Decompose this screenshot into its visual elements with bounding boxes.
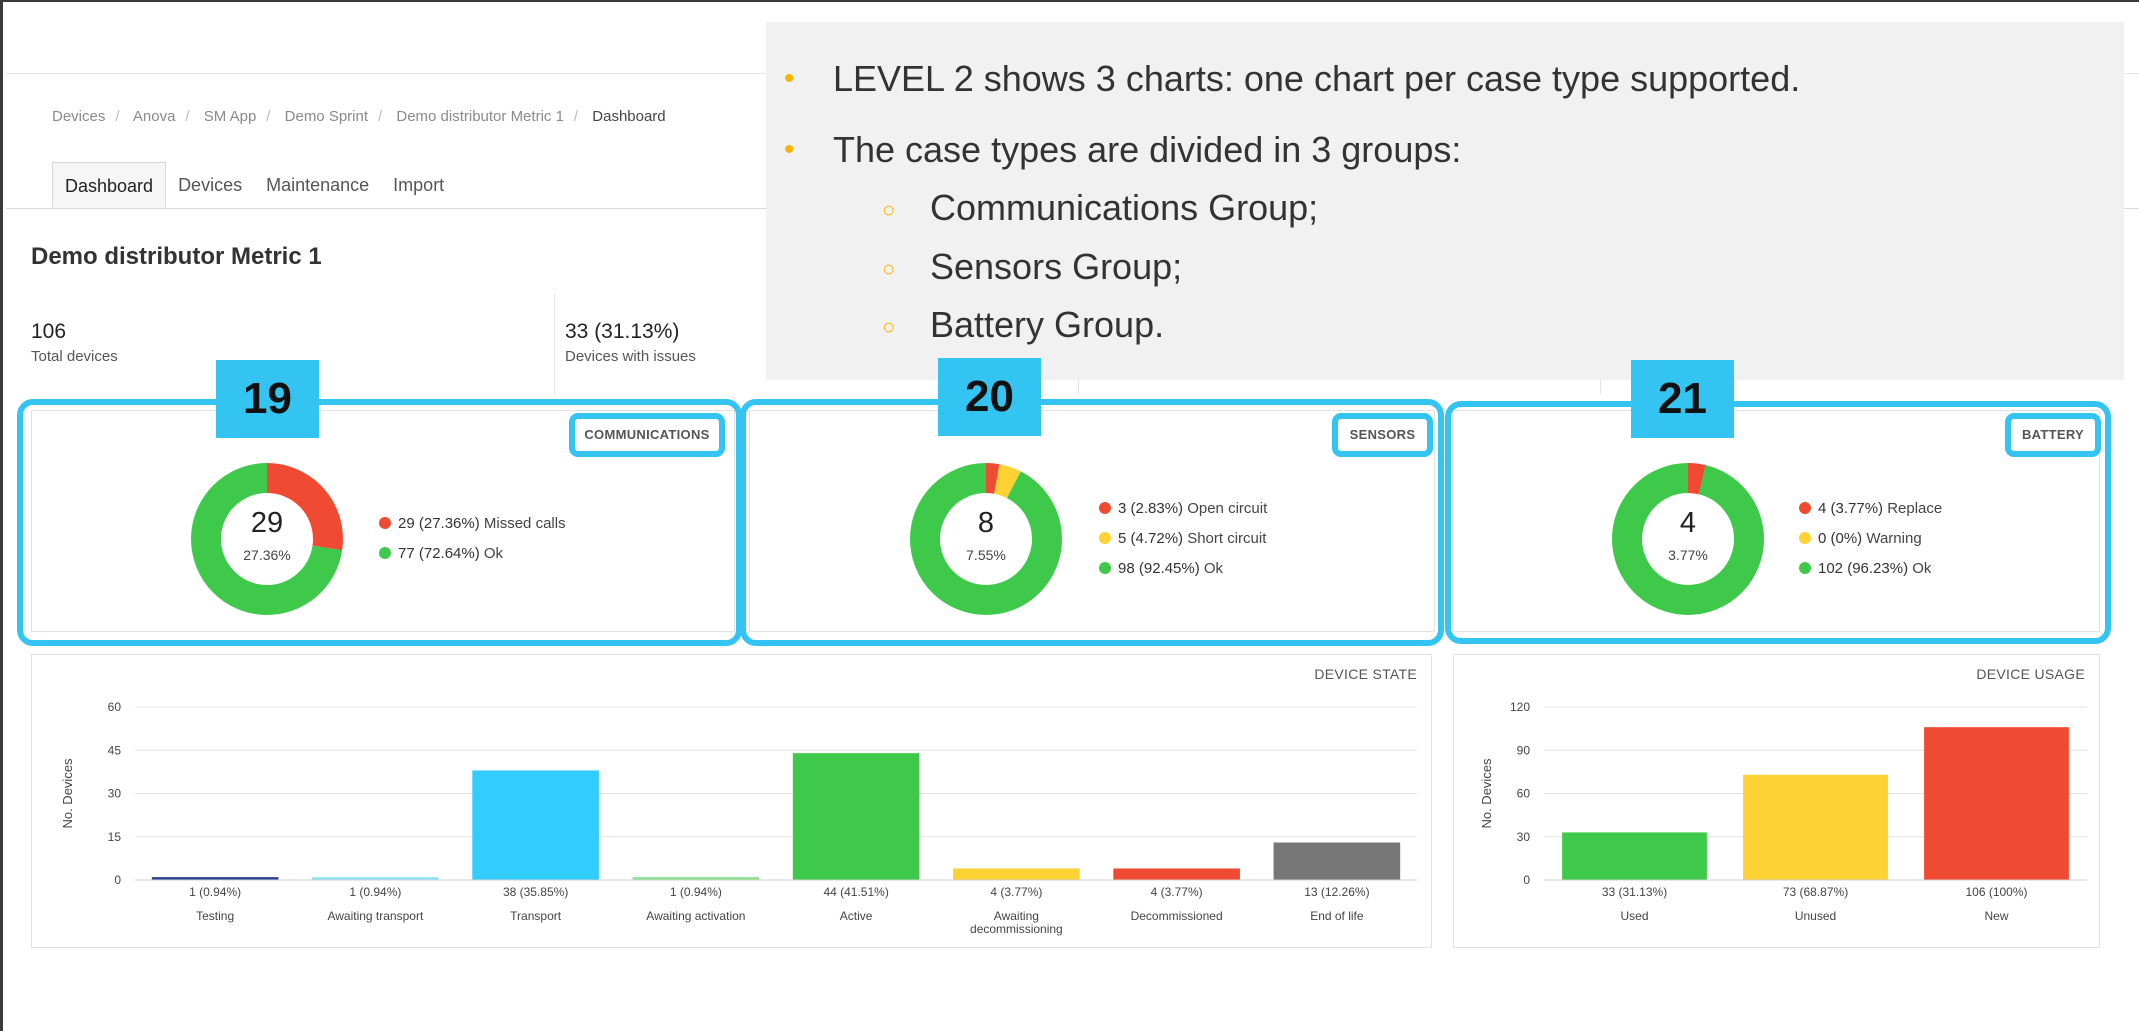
kpi-label: Devices with issues xyxy=(565,348,696,365)
y-tick-label: 60 xyxy=(1517,787,1531,801)
bar-data-label: 4 (3.77%) xyxy=(1151,885,1203,899)
x-category-label: Testing xyxy=(196,909,234,923)
bar-end-of-life[interactable] xyxy=(1273,842,1401,880)
y-tick-label: 15 xyxy=(108,830,122,844)
x-category-label: Used xyxy=(1620,909,1648,923)
x-category-label: Unused xyxy=(1795,909,1836,923)
sensors-chart-title: SENSORS xyxy=(1332,413,1433,457)
y-tick-label: 45 xyxy=(108,743,122,757)
note-sub-bullet: Sensors Group; xyxy=(882,246,1182,288)
x-category-label: New xyxy=(1984,909,2008,923)
x-category-label: End of life xyxy=(1310,909,1364,923)
bar-used[interactable] xyxy=(1562,832,1707,880)
callout-badge-20: 20 xyxy=(938,358,1041,436)
bar-unused[interactable] xyxy=(1743,774,1888,880)
x-category-label: Transport xyxy=(510,909,562,923)
bar-data-label: 1 (0.94%) xyxy=(189,885,241,899)
breadcrumb-item-sm-app[interactable]: SM App xyxy=(204,108,257,125)
breadcrumb: Devices / Anova / SM App / Demo Sprint / Dem… xyxy=(52,108,676,125)
note-bullet: LEVEL 2 shows 3 charts: one chart per ca… xyxy=(784,58,1800,100)
bar-data-label: 73 (68.87%) xyxy=(1783,885,1848,899)
x-category-label: Active xyxy=(840,909,873,923)
breadcrumb-item-anova[interactable]: Anova xyxy=(133,108,176,125)
tab-import[interactable]: Import xyxy=(381,162,456,208)
breadcrumb-separator: / xyxy=(115,108,120,125)
device-usage-card: DEVICE USAGE 0 30 60 90 120 No. Devices 33 (31… xyxy=(1453,654,2100,948)
breadcrumb-item-current: Dashboard xyxy=(592,108,666,125)
breadcrumb-separator: / xyxy=(378,108,383,125)
breadcrumb-item-distributor[interactable]: Demo distributor Metric 1 xyxy=(396,108,564,125)
communications-chart-title: COMMUNICATIONS xyxy=(569,413,725,457)
dashboard-screen: Devices / Anova / SM App / Demo Sprint / Dem… xyxy=(0,0,2139,1031)
kpi-divider xyxy=(554,294,555,394)
x-category-label: Awaiting xyxy=(994,909,1039,923)
device-state-card: DEVICE STATE 0 15 30 45 60 No. Devices 1 (0.94… xyxy=(31,654,1432,948)
y-tick-label: 30 xyxy=(1517,830,1531,844)
y-tick-label: 30 xyxy=(108,787,122,801)
bar-data-label: 38 (35.85%) xyxy=(503,885,568,899)
bar-awaiting-decommissioning[interactable] xyxy=(953,868,1080,880)
breadcrumb-item-demo-sprint[interactable]: Demo Sprint xyxy=(285,108,368,125)
bar-new[interactable] xyxy=(1924,727,2069,880)
kpi-label: Total devices xyxy=(31,348,118,365)
kpi-value: 106 xyxy=(31,320,67,343)
tab-devices[interactable]: Devices xyxy=(166,162,254,208)
bar-data-label: 13 (12.26%) xyxy=(1304,885,1369,899)
bar-data-label: 33 (31.13%) xyxy=(1602,885,1667,899)
breadcrumb-item-devices[interactable]: Devices xyxy=(52,108,105,125)
y-tick-label: 120 xyxy=(1510,700,1530,714)
kpi-value: 33 (31.13%) xyxy=(565,320,680,343)
bar-data-label: 1 (0.94%) xyxy=(670,885,722,899)
y-tick-label: 0 xyxy=(1523,873,1530,887)
y-tick-label: 0 xyxy=(114,873,121,887)
kpi-total-devices: 106 Total devices xyxy=(31,320,118,365)
bar-data-label: 4 (3.77%) xyxy=(990,885,1042,899)
device-state-bar-chart: 0 15 30 45 60 No. Devices 1 (0.94%) Testing 1 (0… xyxy=(60,700,1417,936)
bar-decommissioned[interactable] xyxy=(1113,868,1240,880)
y-axis-label: No. Devices xyxy=(60,758,75,829)
tab-maintenance[interactable]: Maintenance xyxy=(254,162,381,208)
y-tick-label: 60 xyxy=(108,700,122,714)
x-category-label: decommissioning xyxy=(970,922,1063,936)
breadcrumb-separator: / xyxy=(185,108,190,125)
battery-chart-title: BATTERY xyxy=(2005,413,2101,457)
x-category-label: Decommissioned xyxy=(1131,909,1223,923)
y-axis-label: No. Devices xyxy=(1479,758,1494,829)
x-category-label: Awaiting transport xyxy=(327,909,423,923)
bar-data-label: 44 (41.51%) xyxy=(823,885,888,899)
bar-transport[interactable] xyxy=(472,770,599,880)
bar-data-label: 106 (100%) xyxy=(1965,885,2027,899)
tab-dashboard[interactable]: Dashboard xyxy=(52,162,167,208)
x-category-label: Awaiting activation xyxy=(646,909,745,923)
note-sub-bullet: Battery Group. xyxy=(882,304,1164,346)
bar-data-label: 1 (0.94%) xyxy=(349,885,401,899)
page-title: Demo distributor Metric 1 xyxy=(31,243,322,270)
note-bullet: The case types are divided in 3 groups: xyxy=(784,129,1461,171)
note-sub-bullet: Communications Group; xyxy=(882,187,1318,229)
breadcrumb-separator: / xyxy=(573,108,579,125)
annotation-note: LEVEL 2 shows 3 charts: one chart per ca… xyxy=(766,22,2124,380)
kpi-devices-with-issues: 33 (31.13%) Devices with issues xyxy=(565,320,696,365)
callout-badge-19: 19 xyxy=(216,360,319,438)
callout-badge-21: 21 xyxy=(1631,360,1734,438)
breadcrumb-separator: / xyxy=(266,108,271,125)
tab-bar: Dashboard Devices Maintenance Import xyxy=(52,162,456,208)
y-tick-label: 90 xyxy=(1517,743,1531,757)
bar-active[interactable] xyxy=(792,753,920,880)
device-usage-bar-chart: 0 30 60 90 120 No. Devices 33 (31.13%) Used 73 (… xyxy=(1479,700,2087,923)
